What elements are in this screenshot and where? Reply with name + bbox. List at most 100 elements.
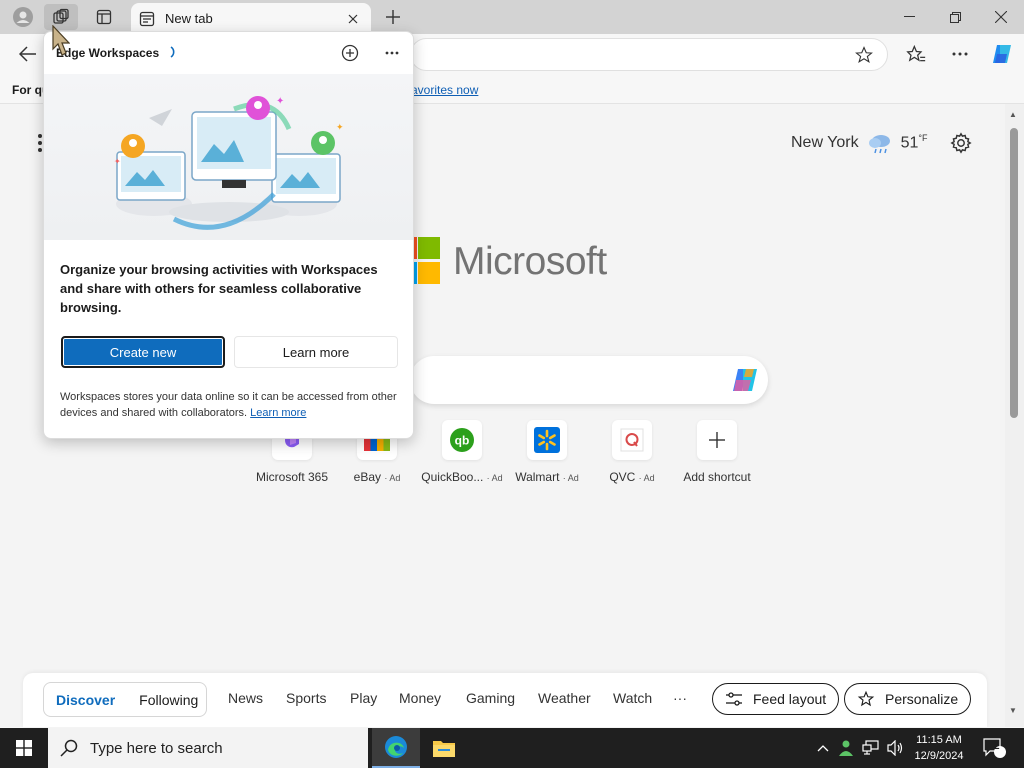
shortcut-label: Walmart [515,470,560,484]
close-tab-button[interactable] [343,9,363,29]
clock-date: 12/9/2024 [914,750,964,762]
taskbar-search-box[interactable]: Type here to search [48,728,368,768]
close-icon [348,14,358,23]
create-new-button[interactable]: Create new [61,336,225,368]
sparkle-star-icon [857,690,875,707]
scroll-down-arrow[interactable]: ▼ [1009,706,1017,715]
svg-text:qb: qb [455,434,470,448]
scroll-up-arrow[interactable]: ▲ [1009,110,1017,119]
search-icon [60,739,78,757]
network-icon [862,740,879,755]
profile-button[interactable] [6,4,40,30]
tab-following[interactable]: Following [127,692,210,708]
learn-more-button[interactable]: Learn more [234,336,398,368]
workspaces-title: Edge Workspaces [56,46,160,60]
tab-play[interactable]: Play [350,690,377,706]
personalize-label: Personalize [885,691,959,707]
workspaces-popup: Edge Workspaces ✦ ✦ ✦ Organize your brow… [43,31,414,439]
vertical-tabs-icon [96,9,112,25]
restore-button[interactable] [932,0,978,34]
show-hidden-icons-button[interactable] [814,728,832,768]
page-settings-button[interactable] [946,128,976,158]
cloud-rain-icon [868,135,890,154]
taskbar-edge-app[interactable] [372,728,420,768]
tab-watch[interactable]: Watch [613,690,652,706]
manage-favorites-link[interactable]: avorites now [411,83,478,97]
loading-spinner-icon [170,46,175,58]
ad-label: · Ad [486,473,503,483]
svg-text:✦: ✦ [336,123,344,133]
qvc-icon [612,420,652,460]
feed-nav-bar: Discover Following News Sports Play Mone… [23,673,987,727]
favorites-icon [906,44,926,62]
chevron-up-icon [817,745,829,752]
minimize-button[interactable] [886,0,932,34]
new-tab-button[interactable] [378,4,408,30]
ad-label: · Ad [384,473,401,483]
feed-layout-button[interactable]: Feed layout [712,683,840,715]
copilot-button[interactable] [985,38,1019,70]
windows-taskbar: Type here to search 11:15 AM 12/9/2024 2 [0,728,1024,768]
weather-widget[interactable]: New York 51°F [791,132,928,154]
shortcut-label: Microsoft 365 [255,470,329,484]
add-favorite-button[interactable] [855,46,873,67]
tab-actions-button[interactable] [87,4,121,30]
start-button[interactable] [0,728,48,768]
tab-discover[interactable]: Discover [44,692,127,708]
workspaces-learn-more-link[interactable]: Learn more [250,407,306,419]
tab-label: New tab [165,11,213,26]
notification-count: 2 [994,741,1000,752]
tab-news[interactable]: News [228,690,263,706]
network-button[interactable] [860,728,882,768]
address-bar[interactable] [410,38,888,71]
shortcut-label: QVC [609,470,636,484]
copilot-search-button[interactable] [730,365,760,398]
tab-new-tab[interactable]: New tab [131,3,371,34]
shortcut-label: Add shortcut [683,470,751,484]
weather-city: New York [791,134,859,151]
tab-strip: New tab [0,0,1024,34]
more-horizontal-icon [952,52,968,56]
new-tab-page-icon [139,11,155,26]
web-search-box[interactable] [410,356,768,404]
tab-sports[interactable]: Sports [286,690,326,706]
volume-button[interactable] [884,728,906,768]
shortcut-label: eBay [353,470,381,484]
notifications-button[interactable]: 2 [980,728,1008,768]
create-workspace-button[interactable] [338,41,362,65]
shortcut-qvc[interactable]: QVC · Ad [590,420,674,484]
workspaces-illustration: ✦ ✦ ✦ [44,74,413,240]
personalize-button[interactable]: Personalize [844,683,972,715]
workspaces-icon [53,8,69,24]
tab-gaming[interactable]: Gaming [466,690,515,706]
feed-more-button[interactable]: ··· [673,690,687,706]
person-check-icon [839,740,853,756]
workspaces-more-button[interactable] [380,41,404,65]
shortcut-quickbooks[interactable]: qb QuickBoo... · Ad [420,420,504,484]
tray-people-button[interactable] [836,728,858,768]
workspaces-description: Organize your browsing activities with W… [60,262,378,315]
profile-icon [13,7,33,27]
favorites-button[interactable] [899,38,933,70]
sliders-icon [726,692,742,706]
tab-money[interactable]: Money [399,690,441,706]
settings-and-more-button[interactable] [943,38,977,70]
plus-icon [386,10,400,24]
taskbar-clock[interactable]: 11:15 AM 12/9/2024 [906,732,972,764]
shortcut-walmart[interactable]: Walmart · Ad [505,420,589,484]
taskbar-file-explorer-app[interactable] [420,728,468,768]
copilot-icon [733,369,757,391]
back-button[interactable] [11,38,45,70]
ad-label: · Ad [562,473,579,483]
page-scrollbar[interactable]: ▲ ▼ [1005,104,1024,727]
gear-icon [950,132,972,154]
scrollbar-thumb[interactable] [1010,128,1018,418]
add-shortcut-button[interactable]: Add shortcut [675,420,759,484]
tab-weather[interactable]: Weather [538,690,591,706]
clock-time: 11:15 AM [916,734,962,746]
walmart-icon [527,420,567,460]
quickbooks-icon: qb [442,420,482,460]
close-icon [995,11,1007,23]
svg-text:✦: ✦ [114,157,121,166]
close-window-button[interactable] [978,0,1024,34]
